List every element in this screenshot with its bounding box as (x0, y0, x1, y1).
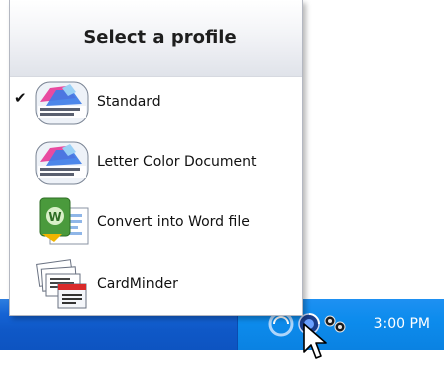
profile-item-cardminder[interactable]: CardMinder (10, 258, 302, 310)
profile-item-convert-into-word-file[interactable]: W Convert into Word file (10, 196, 302, 248)
svg-text:W: W (48, 210, 61, 224)
scansnap-organizer-icon (32, 76, 94, 128)
profile-popup: Select a profile ✔ Standard Letter Color… (9, 0, 303, 316)
profile-item-standard[interactable]: ✔ Standard (10, 76, 302, 128)
checkmark-icon: ✔ (14, 89, 27, 107)
cardminder-icon (32, 258, 94, 310)
profile-item-label: Convert into Word file (97, 214, 250, 230)
profile-item-label: Letter Color Document (97, 154, 257, 170)
mouse-pointer-icon (300, 322, 330, 362)
profile-item-label: CardMinder (97, 276, 178, 292)
popup-title: Select a profile (83, 26, 237, 48)
profile-item-letter-color-document[interactable]: Letter Color Document (10, 136, 302, 188)
profile-item-label: Standard (97, 94, 161, 110)
scansnap-organizer-icon (32, 136, 94, 188)
word-convert-icon: W (32, 196, 94, 248)
taskbar-clock[interactable]: 3:00 PM (374, 299, 430, 350)
popup-header: Select a profile (10, 0, 302, 77)
